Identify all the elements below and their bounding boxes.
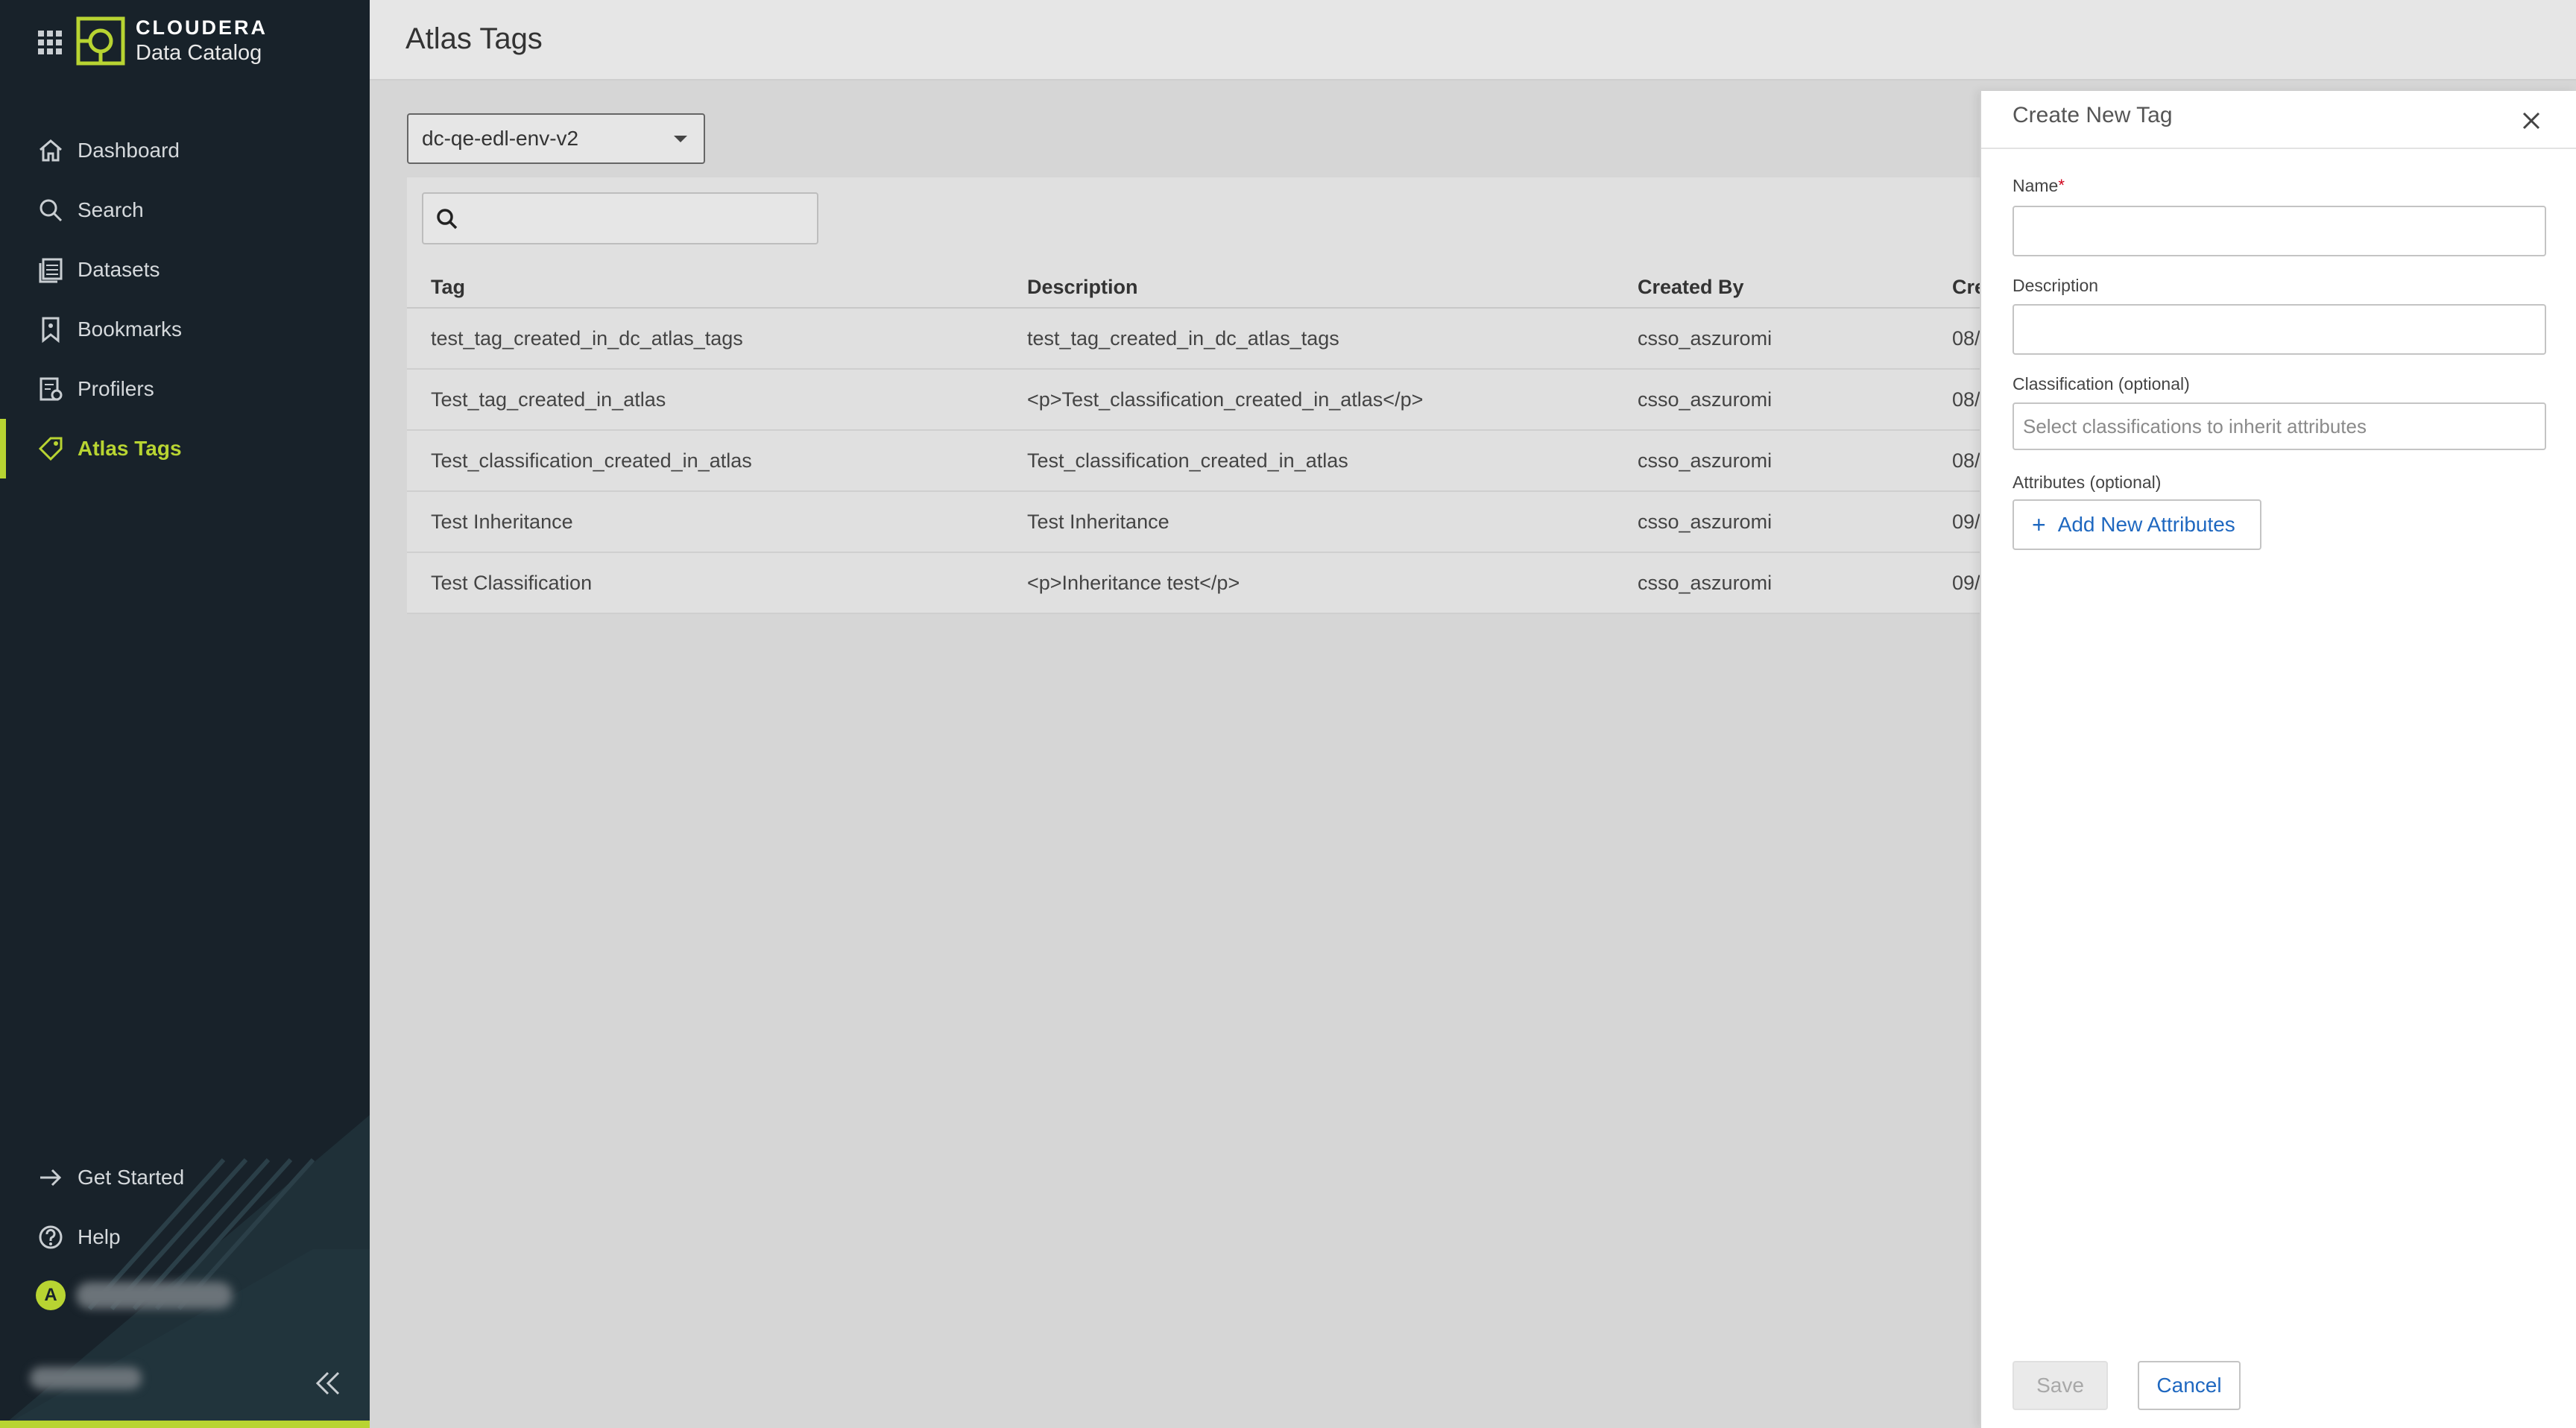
table-row[interactable]: Test Classification <p>Inheritance test<… bbox=[407, 553, 1987, 614]
sidebar-item-label: Dashboard bbox=[78, 139, 180, 162]
close-icon[interactable] bbox=[2518, 107, 2545, 134]
brand-name: CLOUDERA bbox=[136, 16, 268, 39]
required-marker: * bbox=[2058, 176, 2065, 195]
cell-created: 09/ bbox=[1952, 572, 1980, 594]
save-button[interactable]: Save bbox=[2012, 1361, 2108, 1410]
arrow-right-icon bbox=[40, 1169, 62, 1187]
brand[interactable]: CLOUDERA Data Catalog bbox=[136, 18, 268, 64]
collapse-sidebar-icon[interactable] bbox=[313, 1368, 343, 1398]
cell-tag: Test_classification_created_in_atlas bbox=[431, 449, 752, 472]
app-grid-icon[interactable] bbox=[37, 30, 63, 55]
avatar: A bbox=[36, 1280, 66, 1310]
attributes-label: Attributes (optional) bbox=[2012, 473, 2162, 492]
cell-tag: Test Classification bbox=[431, 572, 593, 594]
org-name-redacted bbox=[30, 1367, 142, 1389]
drawer-divider bbox=[1981, 148, 2576, 149]
cell-created-by: csso_aszuromi bbox=[1638, 388, 1772, 411]
bookmark-icon bbox=[42, 317, 60, 343]
page-header: Atlas Tags bbox=[370, 0, 2576, 80]
table-row[interactable]: test_tag_created_in_dc_atlas_tags test_t… bbox=[407, 309, 1987, 370]
search-icon bbox=[40, 199, 63, 222]
classification-select[interactable] bbox=[2012, 402, 2546, 450]
sidebar-item-dashboard[interactable]: Dashboard bbox=[0, 121, 370, 180]
sidebar-item-help[interactable]: Help bbox=[0, 1207, 370, 1267]
table-body: test_tag_created_in_dc_atlas_tags test_t… bbox=[407, 309, 1987, 614]
description-label: Description bbox=[2012, 276, 2099, 295]
sidebar-item-search[interactable]: Search bbox=[0, 180, 370, 240]
cell-description: test_tag_created_in_dc_atlas_tags bbox=[1027, 327, 1339, 350]
environment-select[interactable]: dc-qe-edl-env-v2 bbox=[407, 113, 705, 164]
table-row[interactable]: Test_classification_created_in_atlas Tes… bbox=[407, 431, 1987, 492]
cell-created-by: csso_aszuromi bbox=[1638, 327, 1772, 350]
cell-created: 09/ bbox=[1952, 511, 1980, 533]
cell-created-by: csso_aszuromi bbox=[1638, 449, 1772, 472]
sidebar-item-get-started[interactable]: Get Started bbox=[0, 1148, 370, 1207]
cell-created: 08/ bbox=[1952, 388, 1980, 411]
sidebar-accent-bar bbox=[0, 1421, 370, 1428]
page-title: Atlas Tags bbox=[405, 22, 543, 55]
cell-created: 08/ bbox=[1952, 327, 1980, 350]
cell-created-by: csso_aszuromi bbox=[1638, 572, 1772, 594]
name-input[interactable] bbox=[2012, 206, 2546, 256]
product-name: Data Catalog bbox=[136, 41, 262, 65]
plus-icon: + bbox=[2032, 511, 2046, 538]
sidebar-item-atlas-tags[interactable]: Atlas Tags bbox=[0, 419, 370, 478]
sidebar-item-datasets[interactable]: Datasets bbox=[0, 240, 370, 300]
classification-label: Classification (optional) bbox=[2012, 374, 2190, 394]
chevron-down-icon bbox=[674, 136, 687, 142]
cell-description: Test Inheritance bbox=[1027, 511, 1169, 533]
table-row[interactable]: Test Inheritance Test Inheritance csso_a… bbox=[407, 492, 1987, 553]
sidebar-item-label: Help bbox=[78, 1225, 121, 1248]
sidebar-item-label: Profilers bbox=[78, 377, 154, 400]
cell-description: <p>Test_classification_created_in_atlas<… bbox=[1027, 388, 1424, 411]
search-icon bbox=[437, 209, 458, 230]
name-label-text: Name bbox=[2012, 176, 2059, 195]
drawer-title: Create New Tag bbox=[2012, 103, 2173, 127]
cell-created-by: csso_aszuromi bbox=[1638, 511, 1772, 533]
user-menu[interactable]: A bbox=[36, 1280, 233, 1310]
user-name-redacted bbox=[76, 1282, 233, 1309]
sidebar-nav: Dashboard Search Datasets Bookmarks Prof… bbox=[0, 121, 370, 478]
sidebar-item-label: Get Started bbox=[78, 1166, 185, 1189]
sidebar-item-label: Search bbox=[78, 198, 144, 221]
add-new-attributes-button[interactable]: + Add New Attributes bbox=[2012, 499, 2261, 550]
cell-description: Test_classification_created_in_atlas bbox=[1027, 449, 1348, 472]
search-input[interactable] bbox=[468, 200, 811, 237]
environment-select-value: dc-qe-edl-env-v2 bbox=[422, 127, 579, 150]
cell-created: 08/ bbox=[1952, 449, 1980, 472]
table-row[interactable]: Test_tag_created_in_atlas <p>Test_classi… bbox=[407, 370, 1987, 431]
tags-table-panel: Tag Description Created By Cre test_tag_… bbox=[407, 177, 1987, 614]
home-icon bbox=[40, 139, 62, 162]
sidebar-item-label: Datasets bbox=[78, 258, 160, 281]
column-header-tag[interactable]: Tag bbox=[431, 276, 465, 299]
name-label: Name* bbox=[2012, 176, 2065, 196]
cell-tag: Test Inheritance bbox=[431, 511, 573, 533]
sidebar-item-profilers[interactable]: Profilers bbox=[0, 359, 370, 419]
description-input[interactable] bbox=[2012, 304, 2546, 355]
sidebar-item-label: Bookmarks bbox=[78, 317, 183, 341]
cell-tag: Test_tag_created_in_atlas bbox=[431, 388, 666, 411]
column-header-description[interactable]: Description bbox=[1027, 276, 1138, 299]
sidebar: CLOUDERA Data Catalog Dashboard Search D… bbox=[0, 0, 370, 1428]
create-tag-drawer: Create New Tag Name* Description Classif… bbox=[1980, 91, 2576, 1428]
cancel-button[interactable]: Cancel bbox=[2138, 1361, 2241, 1410]
profilers-icon bbox=[40, 377, 63, 401]
cloudera-logo-icon bbox=[76, 16, 125, 66]
help-circle-icon bbox=[39, 1225, 63, 1249]
cell-description: <p>Inheritance test</p> bbox=[1027, 572, 1240, 594]
datasets-icon bbox=[39, 258, 63, 283]
sidebar-bottom-nav: Get Started Help bbox=[0, 1148, 370, 1267]
sidebar-item-label: Atlas Tags bbox=[78, 437, 182, 460]
tag-icon bbox=[38, 437, 63, 461]
add-new-attributes-label: Add New Attributes bbox=[2057, 513, 2235, 536]
search-field[interactable] bbox=[422, 192, 818, 244]
table-header: Tag Description Created By Cre bbox=[407, 265, 1987, 309]
sidebar-item-bookmarks[interactable]: Bookmarks bbox=[0, 300, 370, 359]
cell-tag: test_tag_created_in_dc_atlas_tags bbox=[431, 327, 743, 350]
column-header-created-by[interactable]: Created By bbox=[1638, 276, 1744, 299]
